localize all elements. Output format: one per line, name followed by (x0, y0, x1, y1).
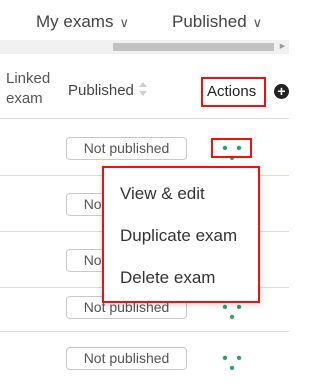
chevron-down-icon: ∨ (252, 15, 263, 30)
published-filter-label: Published (172, 12, 247, 31)
menu-item-view-edit[interactable]: View & edit (120, 184, 205, 204)
my-exams-filter-label: My exams (36, 12, 114, 31)
column-header-published[interactable]: Published (68, 82, 134, 99)
menu-item-duplicate-exam[interactable]: Duplicate exam (120, 226, 237, 246)
row-actions-button[interactable]: • • • (217, 351, 249, 377)
status-badge: Not published (66, 137, 187, 160)
column-header-actions: Actions (207, 83, 257, 100)
menu-item-delete-exam[interactable]: Delete exam (120, 268, 215, 288)
scroll-right-arrow-icon[interactable]: ▶ (278, 41, 287, 53)
column-header-linked-exam: Linked exam (6, 69, 50, 109)
published-filter[interactable]: Published ∨ (172, 12, 262, 32)
status-badge: Not published (66, 347, 187, 370)
chevron-down-icon: ∨ (119, 15, 129, 30)
divider (0, 118, 289, 119)
row-actions-highlight (211, 138, 252, 158)
plus-circle-icon[interactable]: + (274, 84, 289, 99)
actions-dropdown-menu: View & edit Duplicate exam Delete exam (102, 166, 260, 303)
row-actions-button[interactable]: • • • (217, 300, 249, 326)
linked-header-line1: Linked (6, 70, 51, 87)
scrollbar-thumb[interactable] (113, 43, 274, 51)
linked-header-line2: exam (6, 90, 43, 107)
my-exams-filter[interactable]: My exams ∨ (36, 12, 129, 32)
divider (0, 331, 289, 332)
sort-icon[interactable] (138, 80, 148, 98)
